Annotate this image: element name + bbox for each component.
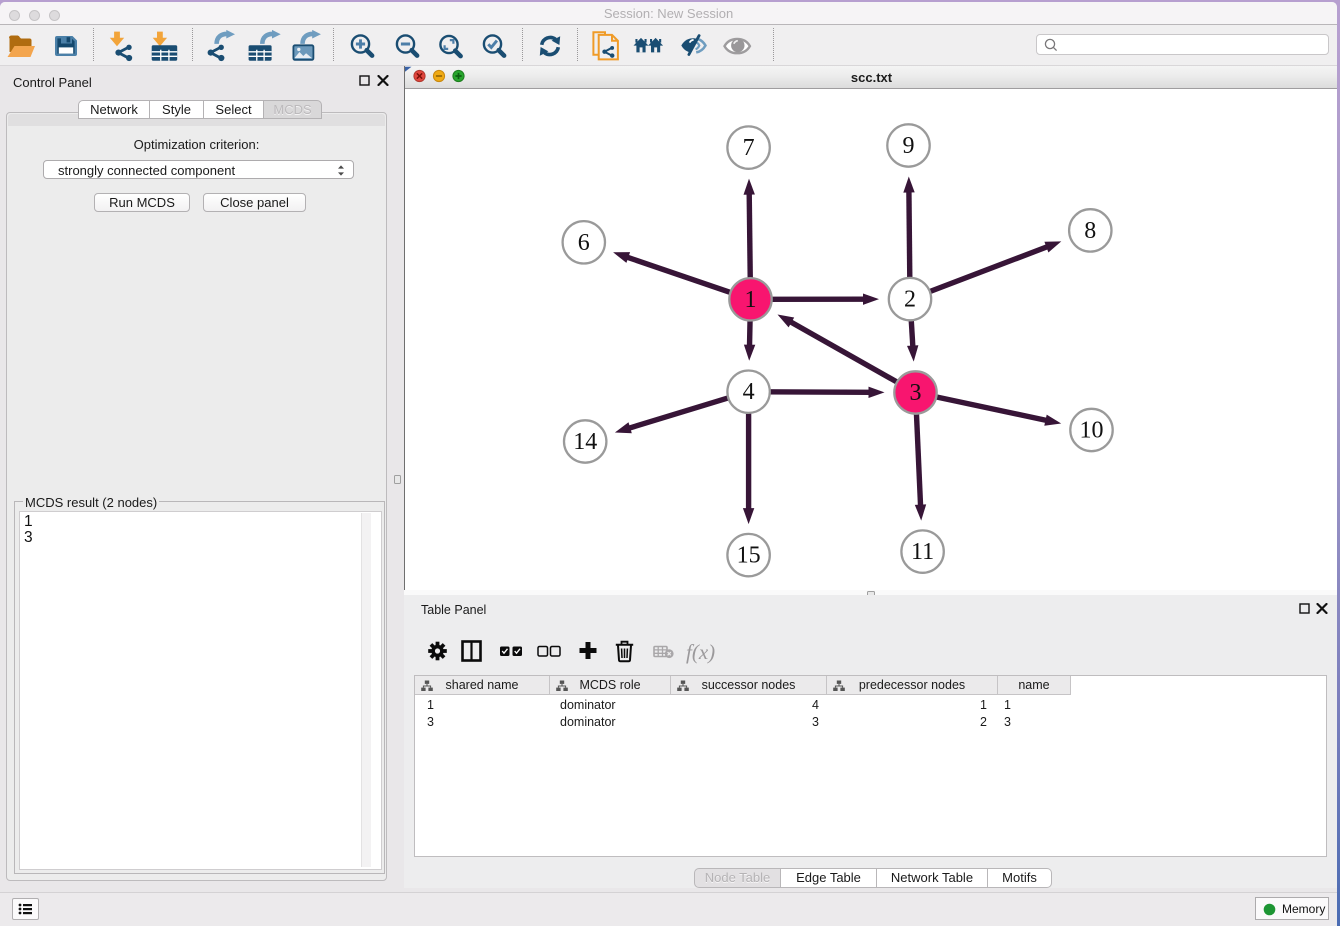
svg-text:6: 6 bbox=[578, 230, 590, 256]
svg-text:f(x): f(x) bbox=[686, 640, 715, 664]
svg-text:10: 10 bbox=[1080, 418, 1104, 444]
svg-text:3: 3 bbox=[910, 380, 922, 406]
svg-text:2: 2 bbox=[904, 287, 916, 313]
svg-text:1: 1 bbox=[745, 287, 757, 313]
svg-text:9: 9 bbox=[903, 133, 915, 159]
svg-text:11: 11 bbox=[911, 539, 934, 565]
svg-text:4: 4 bbox=[743, 379, 755, 405]
svg-text:15: 15 bbox=[737, 543, 761, 569]
svg-text:14: 14 bbox=[573, 429, 597, 455]
svg-text:8: 8 bbox=[1084, 218, 1096, 244]
svg-text:7: 7 bbox=[743, 135, 755, 161]
